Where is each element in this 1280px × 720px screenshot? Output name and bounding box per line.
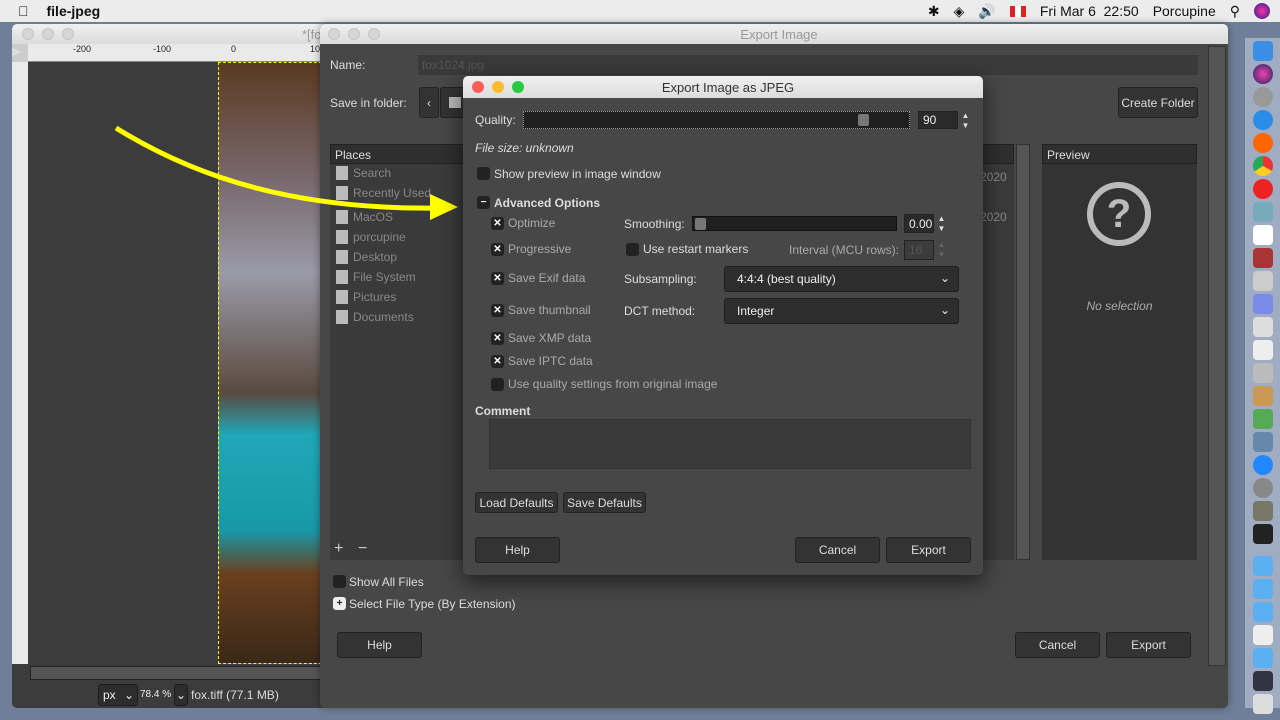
app-icon[interactable] (1252, 432, 1273, 452)
chevron-down-icon: ⌄ (939, 271, 950, 285)
opera-icon[interactable] (1252, 179, 1273, 199)
dct-method-select[interactable]: Integer ⌄ (724, 298, 959, 324)
folder-icon[interactable] (1252, 556, 1273, 576)
collapse-minus-icon[interactable]: − (477, 196, 490, 209)
smoothing-spinner[interactable]: 0.00 ▲ ▼ (904, 214, 945, 233)
safari-icon[interactable] (1252, 110, 1273, 130)
stepper-arrows-icon[interactable]: ▲ ▼ (934, 214, 949, 234)
interval-value: 16 (909, 243, 923, 257)
cancel-button[interactable]: Cancel (795, 537, 880, 563)
smoothing-label: Smoothing: (624, 217, 685, 231)
save-iptc-label[interactable]: Save IPTC data (508, 354, 593, 368)
preview-app-icon[interactable] (1252, 202, 1273, 222)
terminal-icon[interactable] (1252, 524, 1273, 544)
dct-value: Integer (737, 304, 775, 318)
use-original-quality-checkbox[interactable] (491, 378, 504, 391)
chevron-down-icon: ⌄ (939, 303, 950, 317)
save-xmp-label[interactable]: Save XMP data (508, 331, 591, 345)
arrow-head (430, 194, 458, 220)
textedit-icon[interactable] (1252, 340, 1273, 360)
calendar-icon[interactable] (1252, 225, 1273, 245)
launchpad-icon[interactable] (1252, 87, 1273, 107)
smoothing-slider[interactable] (692, 216, 897, 231)
optimize-checkbox[interactable]: ✕ (491, 217, 504, 230)
app-icon[interactable] (1252, 386, 1273, 406)
export-button[interactable]: Export (886, 537, 971, 563)
minimize-button[interactable] (492, 81, 504, 93)
show-preview-checkbox[interactable] (477, 167, 490, 180)
folder-icon[interactable] (1252, 579, 1273, 599)
folder-icon[interactable] (1252, 648, 1273, 668)
finder-icon[interactable] (1252, 41, 1273, 61)
load-defaults-button[interactable]: Load Defaults (475, 492, 558, 513)
slider-handle[interactable] (695, 218, 706, 230)
chrome-icon[interactable] (1252, 156, 1273, 176)
advanced-options-expander[interactable]: Advanced Options (494, 196, 600, 210)
save-exif-checkbox[interactable]: ✕ (491, 272, 504, 285)
subsampling-value: 4:4:4 (best quality) (737, 272, 836, 286)
gimp-icon[interactable] (1252, 501, 1273, 521)
smoothing-value: 0.00 (909, 216, 933, 231)
quality-label: Quality: (475, 113, 516, 127)
save-thumbnail-label[interactable]: Save thumbnail (508, 303, 591, 317)
close-button[interactable] (472, 81, 484, 93)
siri-icon[interactable] (1252, 64, 1273, 84)
interval-spinner[interactable]: 16 ▲ ▼ (904, 240, 945, 260)
stepper-arrows-icon[interactable]: ▲ ▼ (934, 240, 949, 260)
progressive-label[interactable]: Progressive (508, 242, 571, 256)
calculator-icon[interactable] (1252, 271, 1273, 291)
document-icon[interactable] (1252, 625, 1273, 645)
comment-label: Comment (475, 404, 531, 418)
app-icon[interactable] (1252, 409, 1273, 429)
folder-icon[interactable] (1252, 602, 1273, 622)
save-thumbnail-checkbox[interactable]: ✕ (491, 304, 504, 317)
subsampling-label: Subsampling: (624, 272, 697, 286)
dictionary-icon[interactable] (1252, 248, 1273, 268)
comment-textarea[interactable] (489, 419, 971, 469)
progressive-checkbox[interactable]: ✕ (491, 243, 504, 256)
restart-markers-label[interactable]: Use restart markers (643, 242, 748, 256)
system-preferences-icon[interactable] (1252, 478, 1273, 498)
show-preview-label[interactable]: Show preview in image window (494, 167, 661, 181)
quality-value: 90 (923, 113, 937, 127)
file-size-text: File size: unknown (475, 141, 574, 155)
dock (1245, 38, 1280, 714)
use-original-quality-label[interactable]: Use quality settings from original image (508, 377, 717, 391)
app-icon[interactable] (1252, 317, 1273, 337)
dct-label: DCT method: (624, 304, 696, 318)
zoom-button[interactable] (512, 81, 524, 93)
subsampling-select[interactable]: 4:4:4 (best quality) ⌄ (724, 266, 959, 292)
app-icon[interactable] (1252, 363, 1273, 383)
app-store-icon[interactable] (1252, 455, 1273, 475)
save-exif-label[interactable]: Save Exif data (508, 271, 585, 285)
slider-handle[interactable] (857, 114, 869, 126)
optimize-label[interactable]: Optimize (508, 216, 555, 230)
save-xmp-checkbox[interactable]: ✕ (491, 332, 504, 345)
title-bar: Export Image as JPEG (463, 76, 983, 98)
screenshot-icon[interactable] (1252, 671, 1273, 691)
save-iptc-checkbox[interactable]: ✕ (491, 355, 504, 368)
dialog-title: Export Image as JPEG (661, 79, 795, 95)
quality-spinner[interactable]: 90 ▲ ▼ (918, 111, 969, 130)
export-jpeg-dialog: Export Image as JPEG Quality: 90 ▲ ▼ File … (463, 76, 983, 575)
arrow-shaft (114, 125, 441, 211)
stepper-arrows-icon[interactable]: ▲ ▼ (958, 111, 973, 131)
interval-label: Interval (MCU rows): (789, 243, 900, 257)
save-defaults-button[interactable]: Save Defaults (563, 492, 646, 513)
quality-slider[interactable] (523, 111, 910, 129)
trash-icon[interactable] (1252, 694, 1273, 714)
bbedit-icon[interactable] (1252, 294, 1273, 314)
firefox-icon[interactable] (1252, 133, 1273, 153)
help-button[interactable]: Help (475, 537, 560, 563)
restart-markers-checkbox[interactable] (626, 243, 639, 256)
